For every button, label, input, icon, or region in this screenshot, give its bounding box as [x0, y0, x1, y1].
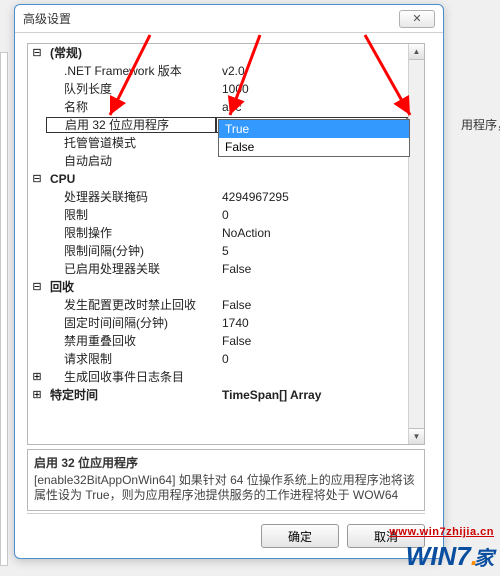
row-cpu-limit[interactable]: 限制 0	[28, 206, 424, 224]
prop-label: 特定时间	[46, 386, 216, 404]
category-general[interactable]: ⊟ (常规)	[28, 44, 424, 62]
close-icon: ✕	[412, 12, 421, 25]
category-label: (常规)	[46, 44, 216, 62]
prop-label: 请求限制	[46, 350, 216, 368]
prop-label: .NET Framework 版本	[46, 62, 216, 80]
row-cpu-interval[interactable]: 限制间隔(分钟) 5	[28, 242, 424, 260]
row-queue-length[interactable]: 队列长度 1000	[28, 80, 424, 98]
prop-value[interactable]: 4294967295	[216, 188, 424, 206]
category-cpu[interactable]: ⊟ CPU	[28, 170, 424, 188]
dropdown-option-true[interactable]: True	[219, 120, 409, 138]
prop-label: 自动启动	[46, 152, 216, 170]
expand-icon[interactable]: ⊞	[28, 386, 46, 404]
prop-value[interactable]: 1740	[216, 314, 424, 332]
row-schedule[interactable]: ⊞ 特定时间 TimeSpan[] Array	[28, 386, 424, 404]
site-logo: WIN7.家	[406, 541, 494, 572]
prop-label: 启用 32 位应用程序	[46, 117, 216, 133]
scroll-down-button[interactable]: ▼	[409, 428, 424, 444]
vertical-scrollbar[interactable]: ▲ ▼	[408, 44, 424, 444]
prop-value[interactable]: NoAction	[216, 224, 424, 242]
description-body: [enable32BitAppOnWin64] 如果针对 64 位操作系统上的应…	[34, 473, 418, 503]
advanced-settings-dialog: 高级设置 ✕ ⊟ (常规) .NET Framework 版本 v2.0 队列长…	[14, 4, 444, 559]
category-label: 回收	[46, 278, 216, 296]
scroll-up-button[interactable]: ▲	[409, 44, 424, 60]
row-cpu-mask[interactable]: 处理器关联掩码 4294967295	[28, 188, 424, 206]
description-panel: 启用 32 位应用程序 [enable32BitAppOnWin64] 如果针对…	[27, 449, 425, 511]
prop-value[interactable]: v2.0	[216, 62, 424, 80]
prop-value[interactable]: 1000	[216, 80, 424, 98]
window-title: 高级设置	[23, 10, 399, 27]
ok-button[interactable]: 确定	[261, 524, 339, 548]
row-name[interactable]: 名称 abc	[28, 98, 424, 116]
row-eventlog-entry[interactable]: ⊞ 生成回收事件日志条目	[28, 368, 424, 386]
titlebar: 高级设置 ✕	[15, 5, 443, 33]
prop-label: 名称	[46, 98, 216, 116]
collapse-icon[interactable]: ⊟	[28, 170, 46, 188]
enable-32bit-dropdown: True False	[218, 119, 410, 157]
background-panel-edge	[0, 52, 8, 566]
category-label: CPU	[46, 170, 216, 188]
prop-label: 生成回收事件日志条目	[46, 368, 216, 386]
prop-label: 限制	[46, 206, 216, 224]
collapse-icon[interactable]: ⊟	[28, 278, 46, 296]
prop-value[interactable]	[216, 368, 424, 386]
prop-label: 固定时间间隔(分钟)	[46, 314, 216, 332]
property-grid[interactable]: ⊟ (常规) .NET Framework 版本 v2.0 队列长度 1000 …	[27, 43, 425, 445]
row-disable-overlap[interactable]: 禁用重叠回收 False	[28, 332, 424, 350]
prop-value[interactable]: False	[216, 296, 424, 314]
prop-value[interactable]: TimeSpan[] Array	[216, 386, 424, 404]
prop-label: 发生配置更改时禁止回收	[46, 296, 216, 314]
row-request-limit[interactable]: 请求限制 0	[28, 350, 424, 368]
row-cpu-action[interactable]: 限制操作 NoAction	[28, 224, 424, 242]
row-cpu-affinity[interactable]: 已启用处理器关联 False	[28, 260, 424, 278]
prop-label: 已启用处理器关联	[46, 260, 216, 278]
prop-label: 限制间隔(分钟)	[46, 242, 216, 260]
row-net-framework[interactable]: .NET Framework 版本 v2.0	[28, 62, 424, 80]
prop-value[interactable]: False	[216, 260, 424, 278]
collapse-icon[interactable]: ⊟	[28, 44, 46, 62]
background-text: 用程序，并提供	[461, 116, 500, 133]
prop-label: 禁用重叠回收	[46, 332, 216, 350]
dropdown-option-false[interactable]: False	[219, 138, 409, 156]
dialog-buttons: 确定 取消	[27, 513, 425, 548]
close-button[interactable]: ✕	[399, 10, 435, 28]
prop-value[interactable]: 5	[216, 242, 424, 260]
chevron-up-icon: ▲	[413, 47, 421, 56]
prop-value[interactable]: False	[216, 332, 424, 350]
category-recycle[interactable]: ⊟ 回收	[28, 278, 424, 296]
prop-value[interactable]: abc	[216, 98, 424, 116]
prop-label: 托管管道模式	[46, 134, 216, 152]
watermark-url: www.win7zhijia.cn	[389, 526, 494, 538]
prop-label: 限制操作	[46, 224, 216, 242]
prop-value[interactable]: 0	[216, 350, 424, 368]
row-regular-interval[interactable]: 固定时间间隔(分钟) 1740	[28, 314, 424, 332]
expand-icon[interactable]: ⊞	[28, 368, 46, 386]
chevron-down-icon: ▼	[413, 432, 421, 441]
description-title: 启用 32 位应用程序	[34, 454, 418, 471]
prop-label: 队列长度	[46, 80, 216, 98]
prop-value[interactable]: 0	[216, 206, 424, 224]
prop-label: 处理器关联掩码	[46, 188, 216, 206]
row-disable-recycle-on-config[interactable]: 发生配置更改时禁止回收 False	[28, 296, 424, 314]
